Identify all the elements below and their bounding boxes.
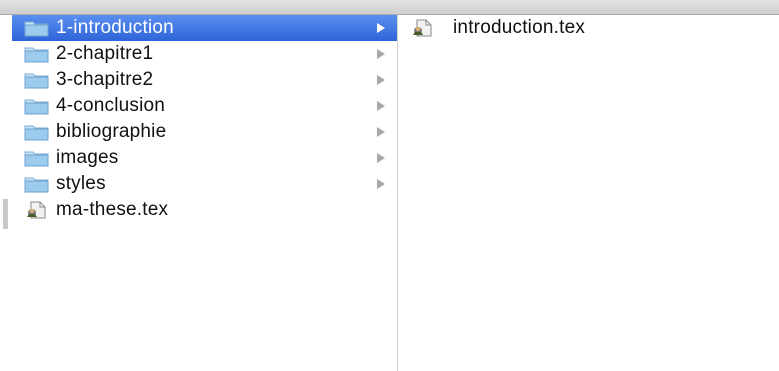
file-row-introduction-tex[interactable]: introduction.tex <box>398 15 779 41</box>
window-top-edge <box>0 0 779 15</box>
folder-row-3-chapitre2[interactable]: 3-chapitre2 <box>12 67 397 93</box>
browser-column-2: introduction.tex <box>398 15 779 371</box>
disclosure-arrow-icon <box>377 153 385 163</box>
disclosure-arrow-icon <box>377 101 385 111</box>
item-label: 3-chapitre2 <box>56 69 154 90</box>
item-label: bibliographie <box>56 121 167 142</box>
item-label: ma-these.tex <box>56 199 169 220</box>
folder-row-styles[interactable]: styles <box>12 171 397 197</box>
folder-icon <box>24 99 49 115</box>
left-gutter <box>0 15 11 371</box>
folder-icon <box>24 151 49 167</box>
folder-row-2-chapitre1[interactable]: 2-chapitre1 <box>12 41 397 67</box>
disclosure-arrow-icon <box>377 179 385 189</box>
folder-row-bibliographie[interactable]: bibliographie <box>12 119 397 145</box>
folder-row-1-introduction[interactable]: 1-introduction <box>12 15 397 41</box>
folder-row-4-conclusion[interactable]: 4-conclusion <box>12 93 397 119</box>
folder-row-images[interactable]: images <box>12 145 397 171</box>
disclosure-arrow-icon <box>377 49 385 59</box>
item-label: images <box>56 147 119 168</box>
folder-icon <box>24 21 49 37</box>
item-label: 1-introduction <box>56 17 174 38</box>
finder-window: 1-introduction 2-chapitre1 3-chapitre2 4… <box>0 0 779 371</box>
disclosure-arrow-icon <box>377 23 385 33</box>
item-label: introduction.tex <box>453 17 586 38</box>
disclosure-arrow-icon <box>377 75 385 85</box>
folder-icon <box>24 73 49 89</box>
folder-icon <box>24 125 49 141</box>
folder-icon <box>24 47 49 63</box>
file-row-ma-these-tex[interactable]: ma-these.tex <box>12 197 397 223</box>
folder-icon <box>24 177 49 193</box>
item-label: 2-chapitre1 <box>56 43 154 64</box>
item-label: styles <box>56 173 106 194</box>
item-label: 4-conclusion <box>56 95 166 116</box>
tex-document-icon <box>27 201 46 219</box>
tex-document-icon <box>413 19 432 37</box>
column-resize-handle[interactable] <box>3 199 8 229</box>
browser-column-1: 1-introduction 2-chapitre1 3-chapitre2 4… <box>12 15 398 371</box>
disclosure-arrow-icon <box>377 127 385 137</box>
